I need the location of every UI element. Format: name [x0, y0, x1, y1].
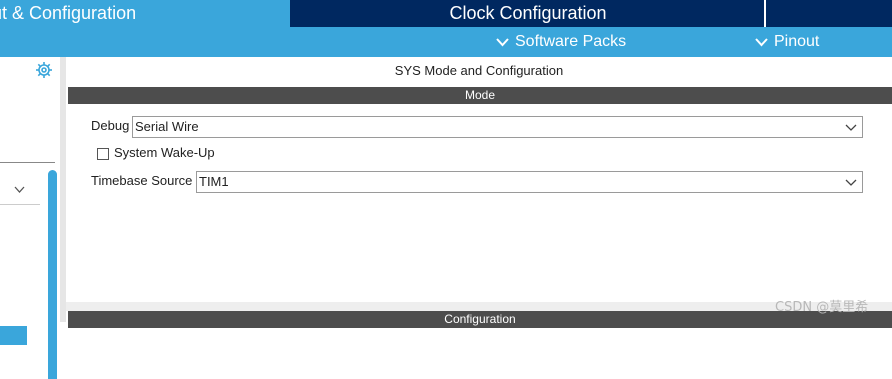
- debug-select[interactable]: Serial Wire: [132, 116, 863, 138]
- categories-panel: [0, 57, 60, 379]
- chevron-down-icon: [14, 186, 25, 193]
- tab-pinout-configuration[interactable]: ut & Configuration: [0, 0, 290, 27]
- chevron-down-icon: [755, 38, 768, 47]
- panel-divider: [0, 162, 55, 163]
- chevron-down-icon: [845, 124, 857, 131]
- section-gap: [66, 302, 892, 311]
- sys-configuration-panel: SYS Mode and Configuration Mode Debug Se…: [66, 57, 892, 328]
- system-wakeup-label: System Wake-Up: [114, 145, 215, 160]
- tab-clock-label: Clock Configuration: [449, 3, 607, 23]
- tab-clock-configuration[interactable]: Clock Configuration: [292, 0, 764, 27]
- software-packs-label: Software Packs: [515, 33, 627, 50]
- mode-section-header: Mode: [68, 87, 892, 104]
- timebase-source-select[interactable]: TIM1: [196, 171, 863, 193]
- sub-menu-bar: Software Packs Pinout: [0, 27, 892, 57]
- timebase-source-label: Timebase Source: [91, 173, 193, 188]
- software-packs-menu[interactable]: Software Packs: [496, 27, 626, 57]
- chevron-down-icon: [845, 179, 857, 186]
- gear-icon[interactable]: [35, 61, 53, 79]
- page-title: SYS Mode and Configuration: [394, 63, 564, 78]
- debug-label: Debug: [91, 118, 130, 133]
- watermark: CSDN @莫里希: [775, 300, 869, 315]
- system-wakeup-checkbox[interactable]: [97, 148, 109, 160]
- panel-scrollbar[interactable]: [48, 170, 57, 379]
- tab-next[interactable]: [766, 0, 892, 27]
- category-filter-dropdown[interactable]: [0, 176, 40, 205]
- debug-value: Serial Wire: [135, 119, 199, 134]
- timebase-source-value: TIM1: [199, 174, 229, 189]
- chevron-down-icon: [496, 38, 509, 47]
- tab-pinout-label: ut & Configuration: [0, 3, 137, 23]
- selected-category-item[interactable]: [0, 326, 27, 345]
- pinout-menu[interactable]: Pinout: [755, 27, 819, 57]
- configuration-section-header: Configuration: [68, 311, 892, 328]
- top-tab-bar: ut & Configuration Clock Configuration: [0, 0, 892, 27]
- pinout-menu-label: Pinout: [774, 33, 820, 50]
